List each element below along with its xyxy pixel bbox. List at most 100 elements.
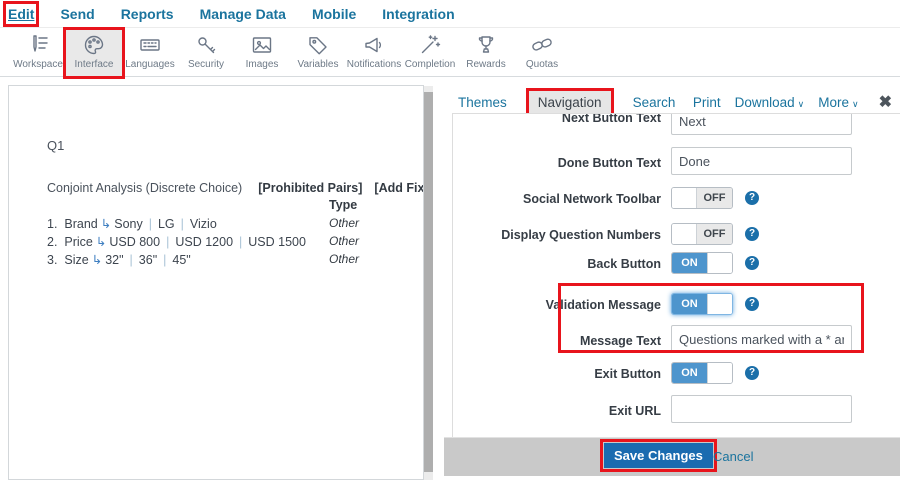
navigation-settings-form: Next Button TextDone Button TextSocial N… bbox=[452, 113, 900, 437]
nav-item-edit[interactable]: Edit bbox=[8, 6, 34, 22]
next-button-text-input[interactable] bbox=[671, 113, 852, 135]
done-button-text-input[interactable] bbox=[671, 147, 852, 175]
help-icon[interactable]: ? bbox=[745, 366, 759, 380]
type-column-header: Type bbox=[329, 198, 357, 212]
question-type-title: Conjoint Analysis (Discrete Choice) bbox=[47, 181, 242, 195]
help-icon[interactable]: ? bbox=[745, 191, 759, 205]
validation-message-label: Validation Message bbox=[453, 297, 661, 313]
toggle-knob bbox=[707, 363, 732, 383]
prohibited-pairs-link[interactable]: [Prohibited Pairs] bbox=[258, 181, 362, 195]
attribute-level: 36" bbox=[139, 253, 157, 267]
done-button-text-label: Done Button Text bbox=[453, 155, 661, 171]
level-separator: | bbox=[160, 235, 175, 249]
attribute-level: 45" bbox=[172, 253, 190, 267]
attribute-name: Brand bbox=[64, 217, 97, 231]
workspace-icon bbox=[26, 33, 50, 57]
row-type-value: Other bbox=[329, 252, 359, 266]
nav-item-send[interactable]: Send bbox=[60, 6, 94, 22]
level-arrow-icon: ↳ bbox=[93, 235, 109, 249]
toolbar-item-variables[interactable]: Variables bbox=[290, 30, 346, 76]
social-network-toolbar-toggle[interactable]: OFF bbox=[671, 187, 733, 209]
close-icon[interactable]: ✖ bbox=[879, 92, 892, 112]
save-changes-button[interactable]: Save Changes bbox=[604, 443, 713, 468]
attribute-level: Sony bbox=[114, 217, 143, 231]
scrollbar-thumb[interactable] bbox=[424, 92, 433, 472]
rewards-icon bbox=[474, 33, 498, 57]
chevron-down-icon: ∨ bbox=[798, 99, 805, 109]
toggle-off-label: OFF bbox=[697, 188, 732, 208]
toggle-off-label: OFF bbox=[697, 224, 732, 244]
next-button-text-label: Next Button Text bbox=[453, 113, 661, 126]
notifications-icon bbox=[362, 33, 386, 57]
level-separator: | bbox=[175, 217, 190, 231]
toggle-on-label: ON bbox=[672, 253, 707, 273]
chevron-down-icon: ∨ bbox=[852, 99, 859, 109]
validation-message-toggle[interactable]: ON bbox=[671, 293, 733, 315]
toolbar-item-notifications[interactable]: Notifications bbox=[346, 30, 402, 76]
toolbar-item-languages[interactable]: Languages bbox=[122, 30, 178, 76]
security-icon bbox=[194, 33, 218, 57]
attribute-level: USD 1200 bbox=[175, 235, 233, 249]
add-fixed-tasks-link[interactable]: [Add Fixed Tasks bbox=[374, 181, 424, 195]
exit-button-toggle[interactable]: ON bbox=[671, 362, 733, 384]
level-separator: | bbox=[124, 253, 139, 267]
attribute-level: LG bbox=[158, 217, 175, 231]
toolbar-item-images[interactable]: Images bbox=[234, 30, 290, 76]
nav-item-mobile[interactable]: Mobile bbox=[312, 6, 356, 22]
conjoint-attribute-row[interactable]: 3. Size↳32"|36"|45"Other bbox=[47, 252, 424, 270]
toolbar-item-label: Variables bbox=[298, 59, 339, 70]
back-button-toggle[interactable]: ON bbox=[671, 252, 733, 274]
conjoint-attribute-row[interactable]: 2. Price↳USD 800|USD 1200|USD 1500Other bbox=[47, 234, 424, 252]
toolbar-item-rewards[interactable]: Rewards bbox=[458, 30, 514, 76]
preview-scrollbar[interactable] bbox=[424, 86, 433, 480]
toolbar-item-label: Images bbox=[246, 59, 279, 70]
nav-item-manage-data[interactable]: Manage Data bbox=[200, 6, 286, 22]
more-link[interactable]: More∨ bbox=[818, 95, 858, 110]
toggle-on-label: ON bbox=[672, 363, 707, 383]
help-icon[interactable]: ? bbox=[745, 297, 759, 311]
display-question-numbers-toggle[interactable]: OFF bbox=[671, 223, 733, 245]
toolbar-item-label: Security bbox=[188, 59, 224, 70]
toolbar-item-interface[interactable]: Interface bbox=[66, 30, 122, 76]
tab-search[interactable]: Search bbox=[633, 95, 676, 110]
tab-navigation[interactable]: Navigation bbox=[529, 91, 611, 114]
tab-themes[interactable]: Themes bbox=[458, 95, 507, 110]
row-number: 2. bbox=[47, 235, 57, 249]
help-icon[interactable]: ? bbox=[745, 227, 759, 241]
exit-url-label: Exit URL bbox=[453, 403, 661, 419]
toolbar-item-quotas[interactable]: Quotas bbox=[514, 30, 570, 76]
attribute-level: USD 1500 bbox=[248, 235, 306, 249]
toolbar-item-label: Interface bbox=[75, 59, 114, 70]
top-nav: Edit Send Reports Manage Data Mobile Integrat… bbox=[0, 0, 900, 28]
settings-tabs: Themes Navigation Search bbox=[458, 91, 675, 114]
exit-url-input[interactable] bbox=[671, 395, 852, 423]
attribute-name: Price bbox=[64, 235, 92, 249]
completion-icon bbox=[418, 33, 442, 57]
download-link[interactable]: Download∨ bbox=[735, 95, 805, 110]
level-arrow-icon: ↳ bbox=[89, 253, 105, 267]
attribute-level: 32" bbox=[105, 253, 123, 267]
conjoint-attribute-row[interactable]: 1. Brand↳Sony|LG|VizioOther bbox=[47, 216, 424, 234]
display-question-numbers-label: Display Question Numbers bbox=[453, 227, 661, 243]
toolbar-item-label: Rewards bbox=[466, 59, 505, 70]
toolbar-item-workspace[interactable]: Workspace bbox=[10, 30, 66, 76]
nav-item-integration[interactable]: Integration bbox=[382, 6, 454, 22]
toggle-on-label: ON bbox=[672, 294, 707, 314]
nav-item-reports[interactable]: Reports bbox=[121, 6, 174, 22]
toolbar-item-label: Languages bbox=[125, 59, 175, 70]
toolbar-item-label: Completion bbox=[405, 59, 456, 70]
toolbar-item-label: Workspace bbox=[13, 59, 63, 70]
message-text-input[interactable] bbox=[671, 325, 852, 353]
images-icon bbox=[250, 33, 274, 57]
toggle-knob bbox=[707, 253, 732, 273]
message-text-label: Message Text bbox=[453, 333, 661, 349]
toolbar-item-completion[interactable]: Completion bbox=[402, 30, 458, 76]
print-link[interactable]: Print bbox=[693, 95, 721, 110]
cancel-link[interactable]: Cancel bbox=[713, 449, 753, 464]
row-number: 1. bbox=[47, 217, 57, 231]
back-button-label: Back Button bbox=[453, 256, 661, 272]
exit-button-label: Exit Button bbox=[453, 366, 661, 382]
help-icon[interactable]: ? bbox=[745, 256, 759, 270]
toolbar-item-label: Quotas bbox=[526, 59, 558, 70]
toolbar-item-security[interactable]: Security bbox=[178, 30, 234, 76]
